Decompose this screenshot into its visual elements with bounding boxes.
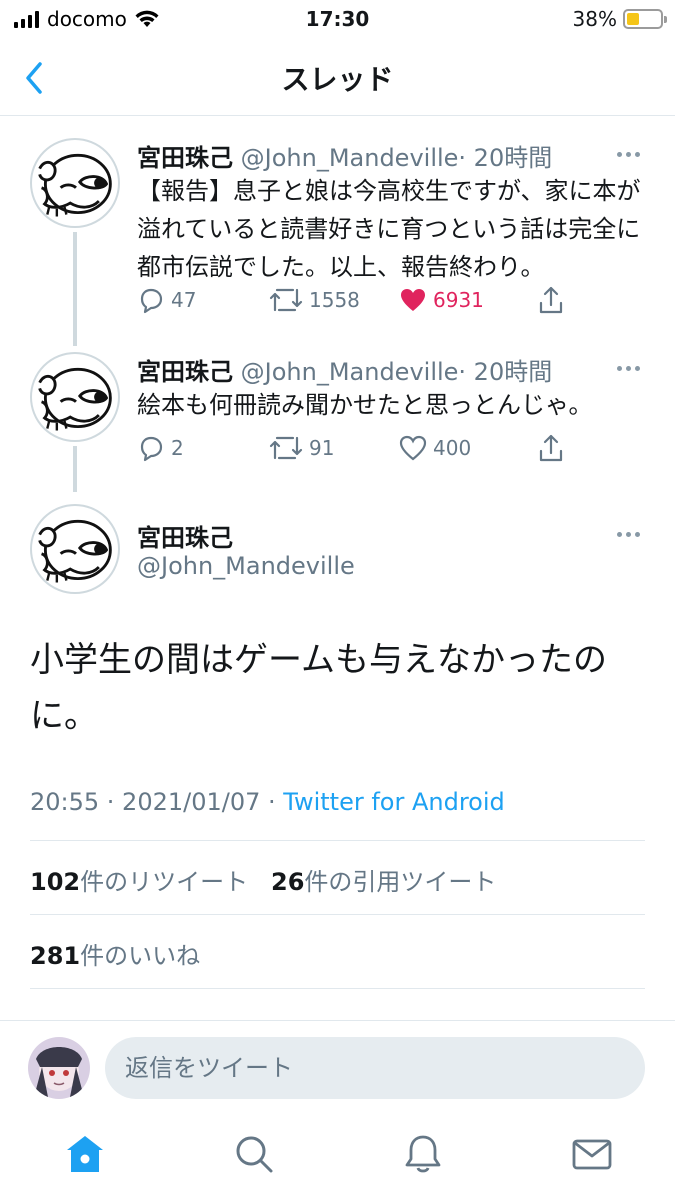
reply-input[interactable] (105, 1037, 645, 1099)
retweet-total: 102 (30, 868, 81, 896)
divider (30, 840, 645, 841)
retweet-button[interactable]: 1558 (269, 284, 399, 316)
thread-connector (73, 232, 77, 346)
battery-fill (627, 13, 640, 25)
reply-bar (0, 1020, 675, 1116)
avatar[interactable] (30, 504, 120, 594)
tweet-header: 宮田珠己 @John_Mandeville· 20時間 (137, 352, 552, 387)
home-icon (67, 1136, 103, 1172)
retweet-stats: 102件のリツイート 26件の引用ツイート (30, 862, 496, 897)
more-options-button[interactable] (617, 142, 647, 162)
thread-tweet-2[interactable]: 宮田珠己 @John_Mandeville· 20時間 絵本も何冊読み聞かせたと… (0, 352, 675, 492)
reply-count: 2 (171, 436, 184, 460)
tweet-meta: 20:55 · 2021/01/07 · Twitter for Android (30, 788, 505, 816)
like-count: 6931 (433, 288, 484, 312)
nav-header: スレッド (0, 40, 675, 116)
thread-tweet-1[interactable]: 宮田珠己 @John_Mandeville· 20時間 【報告】息子と娘は今高校… (0, 138, 675, 346)
status-right: 38% (572, 7, 667, 31)
heart-filled-icon (401, 289, 425, 311)
envelope-icon (572, 1139, 612, 1170)
author-name[interactable]: 宮田珠己 (137, 358, 233, 386)
thread-connector (73, 446, 77, 492)
divider (30, 988, 645, 989)
author-handle[interactable]: @John_Mandeville (241, 358, 459, 386)
search-icon (236, 1136, 273, 1173)
reply-button[interactable]: 2 (137, 432, 269, 464)
tweet-timestamp: 20:55 · 2021/01/07 · (30, 788, 284, 816)
my-avatar[interactable] (28, 1037, 90, 1099)
tab-notifications[interactable] (401, 1132, 445, 1176)
share-button[interactable] (537, 432, 565, 464)
retweet-stat-link[interactable]: 102件のリツイート (30, 868, 248, 896)
retweet-count: 1558 (309, 288, 360, 312)
retweet-icon (269, 288, 303, 312)
retweet-stat-label: 件のリツイート (80, 868, 249, 896)
more-options-button[interactable] (617, 356, 647, 376)
quote-stat-label: 件の引用ツイート (304, 868, 497, 896)
like-total: 281 (30, 942, 81, 970)
like-stat-label: 件のいいね (80, 942, 201, 970)
tweet-text: 小学生の間はゲームも与えなかったのに。 (30, 640, 607, 736)
like-stats[interactable]: 281件のいいね (30, 936, 200, 971)
reply-button[interactable]: 47 (137, 284, 269, 316)
reply-icon (140, 436, 163, 462)
main-tweet: 宮田珠己 @John_Mandeville 小学生の間はゲームも与えなかったのに… (0, 504, 675, 1020)
retweet-icon (269, 436, 303, 460)
tweet-time: · 20時間 (458, 358, 553, 386)
share-button[interactable] (537, 284, 565, 316)
like-button[interactable]: 6931 (399, 284, 537, 316)
tweet-header: 宮田珠己 @John_Mandeville· 20時間 (137, 138, 552, 173)
share-icon (539, 286, 563, 314)
author-handle[interactable]: @John_Mandeville (241, 144, 459, 172)
reply-count: 47 (171, 288, 197, 312)
page-title: スレッド (281, 63, 394, 96)
bell-icon (405, 1135, 441, 1173)
divider (30, 914, 645, 915)
battery-icon (623, 9, 667, 29)
tweet-text: 絵本も何冊読み聞かせたと思っとんじゃ。 (137, 391, 593, 419)
author-name[interactable]: 宮田珠己 (137, 518, 233, 553)
tweet-text: 【報告】息子と娘は今高校生ですが、家に本が溢れていると読書好きに育つという話は完… (137, 177, 641, 281)
avatar[interactable] (30, 138, 120, 228)
heart-icon (399, 435, 427, 461)
more-options-button[interactable] (617, 522, 647, 542)
like-button[interactable]: 400 (399, 432, 537, 464)
tweet-actions: 2 91 400 (137, 432, 597, 464)
author-handle[interactable]: @John_Mandeville (137, 552, 355, 580)
like-count: 400 (433, 436, 472, 460)
avatar[interactable] (30, 352, 120, 442)
tab-bar (0, 1116, 675, 1200)
tab-search[interactable] (232, 1132, 276, 1176)
tab-messages[interactable] (570, 1132, 614, 1176)
reply-icon (140, 288, 163, 314)
author-name[interactable]: 宮田珠己 (137, 144, 233, 172)
retweet-count: 91 (309, 436, 335, 460)
tweet-actions: 47 1558 6931 (137, 284, 597, 316)
tab-home[interactable] (63, 1132, 107, 1176)
battery-percent: 38% (572, 7, 617, 31)
tweet-time: · 20時間 (458, 144, 553, 172)
quote-stat-link[interactable]: 26件の引用ツイート (271, 868, 496, 896)
share-icon (539, 434, 563, 462)
retweet-button[interactable]: 91 (269, 432, 399, 464)
tweet-source-link[interactable]: Twitter for Android (283, 788, 504, 816)
status-bar: docomo 17:30 38% (0, 0, 675, 40)
quote-total: 26 (271, 868, 305, 896)
